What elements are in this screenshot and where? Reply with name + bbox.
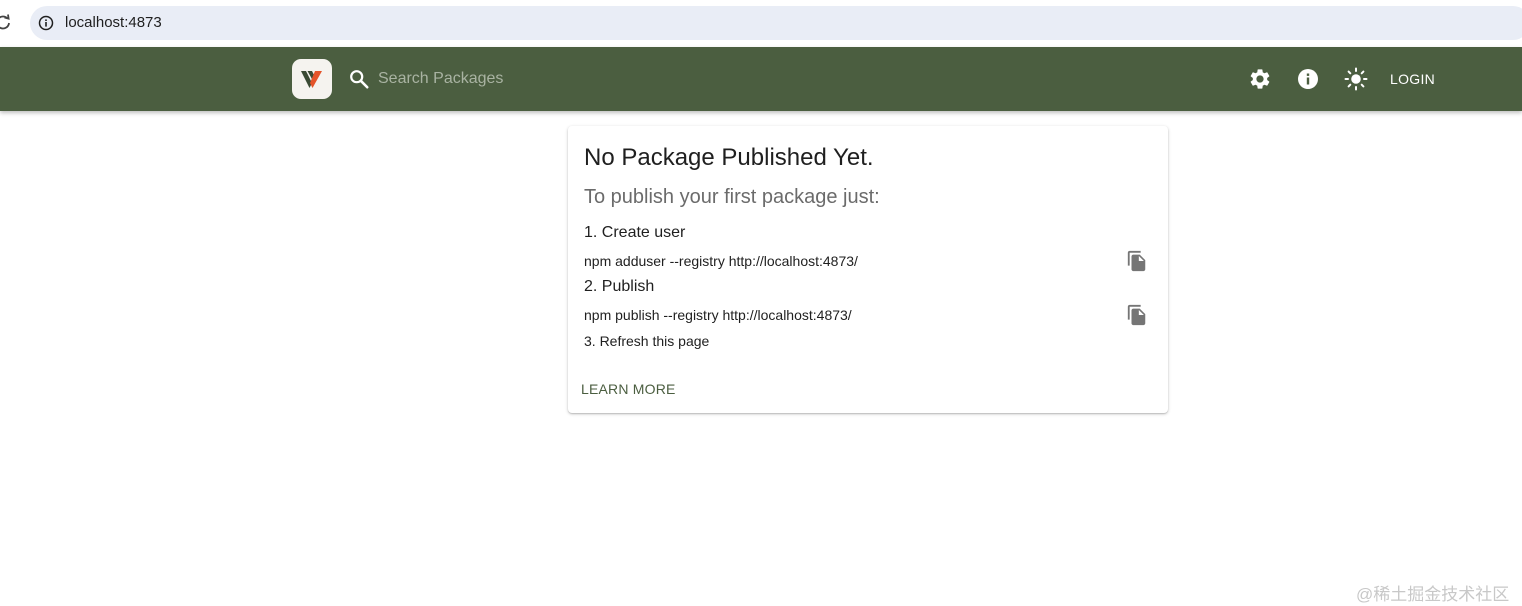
card-title: No Package Published Yet. <box>584 144 874 171</box>
light-mode-icon[interactable] <box>1344 67 1368 91</box>
learn-more-link[interactable]: LEARN MORE <box>581 381 676 397</box>
publish-command-text: npm publish --registry http://localhost:… <box>584 307 852 323</box>
step-publish-title: 2. Publish <box>584 278 655 295</box>
no-packages-help-card: No Package Published Yet. To publish you… <box>568 126 1168 413</box>
url-text: localhost:4873 <box>65 14 162 31</box>
app-header: LOGIN <box>0 47 1522 111</box>
step-create-user-title: 1. Create user <box>584 224 686 241</box>
login-button[interactable]: LOGIN <box>1384 67 1441 91</box>
copy-publish-command-icon[interactable] <box>1126 304 1148 326</box>
verdaccio-logo-icon <box>301 71 322 88</box>
step-refresh-text: 3. Refresh this page <box>584 333 710 349</box>
search-icon <box>350 70 369 89</box>
card-subtitle: To publish your first package just: <box>584 186 880 208</box>
copy-adduser-command-icon[interactable] <box>1126 250 1148 272</box>
reload-icon[interactable] <box>0 12 12 32</box>
verdaccio-logo[interactable] <box>292 59 332 99</box>
search-packages-input[interactable] <box>378 65 798 93</box>
site-info-icon[interactable] <box>38 15 54 31</box>
watermark: @稀土掘金技术社区 <box>1356 585 1510 604</box>
browser-toolbar: localhost:4873 <box>0 0 1522 46</box>
settings-icon[interactable] <box>1248 67 1272 91</box>
adduser-command-text: npm adduser --registry http://localhost:… <box>584 253 858 269</box>
info-icon[interactable] <box>1296 67 1320 91</box>
address-bar[interactable]: localhost:4873 <box>30 6 1522 40</box>
